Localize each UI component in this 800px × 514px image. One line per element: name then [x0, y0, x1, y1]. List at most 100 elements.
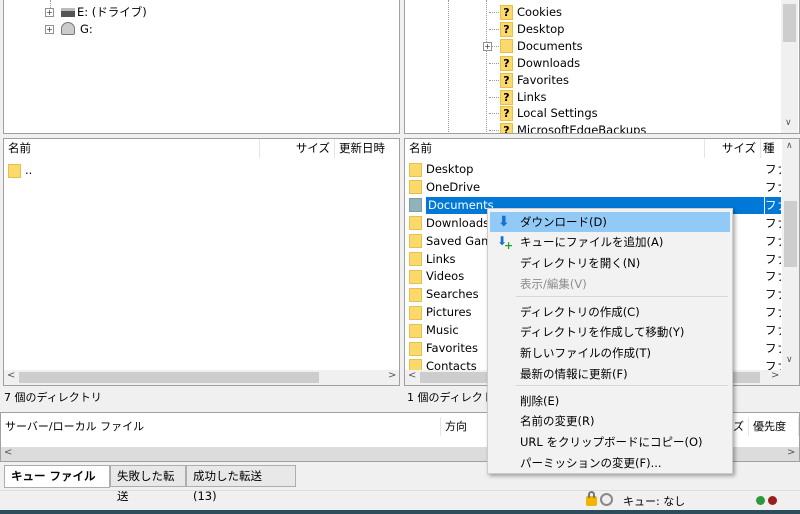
- menu-item[interactable]: 表示/編集(V): [490, 274, 730, 294]
- item-type: ファ: [765, 179, 781, 194]
- tree-item[interactable]: ? MicrosoftEdgeBackups: [500, 122, 646, 133]
- menu-item[interactable]: 削除(E): [490, 391, 730, 411]
- speed-limit-icon[interactable]: [600, 493, 613, 506]
- download-icon: ⬇: [498, 214, 510, 230]
- tree-item[interactable]: ? Links: [500, 89, 547, 106]
- local-tree-pane[interactable]: + E: (ドライブ) + G:: [3, 0, 400, 134]
- menu-item[interactable]: パーミッションの変更(F)...: [490, 453, 730, 473]
- activity-led-red-icon: [768, 496, 777, 505]
- folder-icon: [409, 198, 422, 213]
- column-header-direction[interactable]: 方向: [441, 417, 491, 436]
- scroll-down-arrow[interactable]: ∨: [785, 118, 792, 128]
- tree-item-label: Downloads: [517, 55, 581, 70]
- scrollbar-thumb[interactable]: [784, 201, 797, 267]
- column-header-size[interactable]: サイズ: [705, 139, 761, 158]
- scroll-down-arrow[interactable]: ∨: [786, 355, 793, 365]
- item-type: ファ: [765, 233, 781, 248]
- menu-item-label: キューにファイルを追加(A): [520, 235, 664, 249]
- scroll-left-arrow[interactable]: <: [408, 370, 416, 381]
- item-name: Searches: [426, 287, 479, 302]
- local-file-list[interactable]: 名前 サイズ 更新日時 .. < >: [3, 138, 400, 386]
- unknown-folder-icon: ?: [500, 72, 513, 88]
- list-item[interactable]: OneDrive ファ: [409, 179, 782, 196]
- tree-item[interactable]: ? Downloads: [500, 55, 580, 72]
- item-type: ファ: [765, 251, 781, 266]
- menu-item[interactable]: ディレクトリを開く(N): [490, 253, 730, 273]
- scroll-right-arrow[interactable]: >: [787, 447, 795, 458]
- folder-icon: [409, 162, 422, 177]
- expand-toggle[interactable]: +: [45, 25, 54, 34]
- remote-tree-pane[interactable]: ? Cookies? Desktop + Documents? Downloads ? Fav…: [404, 0, 800, 134]
- tree-item[interactable]: ? Desktop: [500, 21, 564, 38]
- item-name: Downloads: [426, 215, 490, 230]
- menu-item[interactable]: ⬇ + キューにファイルを追加(A): [490, 232, 730, 252]
- folder-icon: [409, 287, 422, 302]
- menu-item-label: 最新の情報に更新(F): [520, 367, 628, 381]
- tree-item[interactable]: Documents: [500, 38, 583, 55]
- item-name: Desktop: [426, 162, 474, 176]
- scroll-up-arrow[interactable]: ∧: [786, 141, 793, 151]
- list-item[interactable]: Desktop ファ: [409, 161, 782, 178]
- menu-item[interactable]: ⬇ ダウンロード(D): [490, 212, 730, 232]
- tree-item-g-drive[interactable]: G:: [80, 21, 93, 38]
- unknown-folder-icon: ?: [500, 55, 513, 71]
- tab-successful-transfers[interactable]: 成功した転送 (13): [186, 465, 296, 503]
- tree-item[interactable]: ? Local Settings: [500, 105, 598, 122]
- menu-item-label: ディレクトリを開く(N): [520, 256, 641, 270]
- menu-item[interactable]: URL をクリップボードにコピー(O): [490, 432, 730, 452]
- item-type: ファ: [765, 196, 781, 214]
- tab-failed-transfers[interactable]: 失敗した転送: [110, 465, 186, 503]
- item-type: ファ: [765, 162, 781, 176]
- menu-item[interactable]: 新しいファイルの作成(T): [490, 343, 730, 363]
- column-header-size[interactable]: サイズ: [260, 139, 335, 158]
- unknown-folder-icon: ?: [500, 106, 513, 122]
- tab-queued-files[interactable]: キュー ファイル: [4, 465, 110, 488]
- folder-icon: [409, 180, 422, 195]
- scroll-left-arrow[interactable]: <: [7, 370, 15, 381]
- local-status: 7 個のディレクトリ: [4, 391, 102, 404]
- menu-item-label: ディレクトリの作成(C): [520, 305, 640, 319]
- item-type: ファ: [765, 215, 781, 230]
- menu-item[interactable]: 名前の変更(R): [490, 411, 730, 431]
- tree-line: [489, 12, 499, 13]
- scrollbar-thumb[interactable]: [783, 4, 796, 42]
- column-header-priority[interactable]: 優先度: [749, 417, 799, 436]
- menu-item[interactable]: 最新の情報に更新(F): [490, 364, 730, 384]
- column-header-name[interactable]: 名前: [4, 139, 260, 158]
- folder-icon: [409, 305, 422, 320]
- tree-item-e-drive[interactable]: E: (ドライブ): [77, 4, 147, 21]
- scrollbar-thumb[interactable]: [19, 372, 319, 383]
- scroll-right-arrow[interactable]: >: [388, 370, 396, 381]
- tree-line: [489, 96, 499, 98]
- item-name: Music: [426, 323, 459, 338]
- vertical-scrollbar[interactable]: ∨: [781, 0, 798, 133]
- horizontal-scrollbar[interactable]: < >: [4, 370, 399, 385]
- menu-item-label: 新しいファイルの作成(T): [520, 346, 651, 360]
- tree-item[interactable]: ? Favorites: [500, 72, 569, 89]
- item-name: Videos: [426, 269, 465, 284]
- folder-icon: [409, 216, 422, 231]
- column-header-name[interactable]: 名前: [405, 139, 705, 158]
- tree-line: [486, 0, 487, 133]
- expand-toggle[interactable]: +: [483, 41, 492, 51]
- scroll-left-arrow[interactable]: <: [4, 447, 12, 458]
- column-header-file[interactable]: サーバー/ローカル ファイル: [1, 417, 441, 436]
- tree-item-label: Links: [517, 89, 547, 104]
- expand-toggle[interactable]: +: [45, 8, 54, 17]
- menu-item-label: 削除(E): [520, 394, 560, 408]
- column-header-modified[interactable]: 更新日時: [335, 139, 399, 158]
- menu-item[interactable]: ディレクトリを作成して移動(Y): [490, 322, 730, 342]
- unknown-folder-icon: ?: [500, 89, 513, 105]
- folder-icon: [409, 323, 422, 338]
- scroll-right-arrow[interactable]: >: [771, 370, 779, 381]
- item-type: ファ: [765, 323, 781, 338]
- vertical-scrollbar[interactable]: ∧ ∨: [782, 139, 799, 370]
- tree-line: [489, 113, 499, 115]
- menu-item[interactable]: ディレクトリの作成(C): [490, 302, 730, 322]
- menu-item-label: 表示/編集(V): [520, 277, 587, 291]
- unknown-folder-icon: ?: [500, 5, 513, 20]
- list-item-parent[interactable]: ..: [8, 162, 32, 179]
- item-name: Pictures: [426, 305, 472, 320]
- activity-led-green-icon: [756, 496, 765, 505]
- tree-item[interactable]: ? Cookies: [500, 4, 562, 21]
